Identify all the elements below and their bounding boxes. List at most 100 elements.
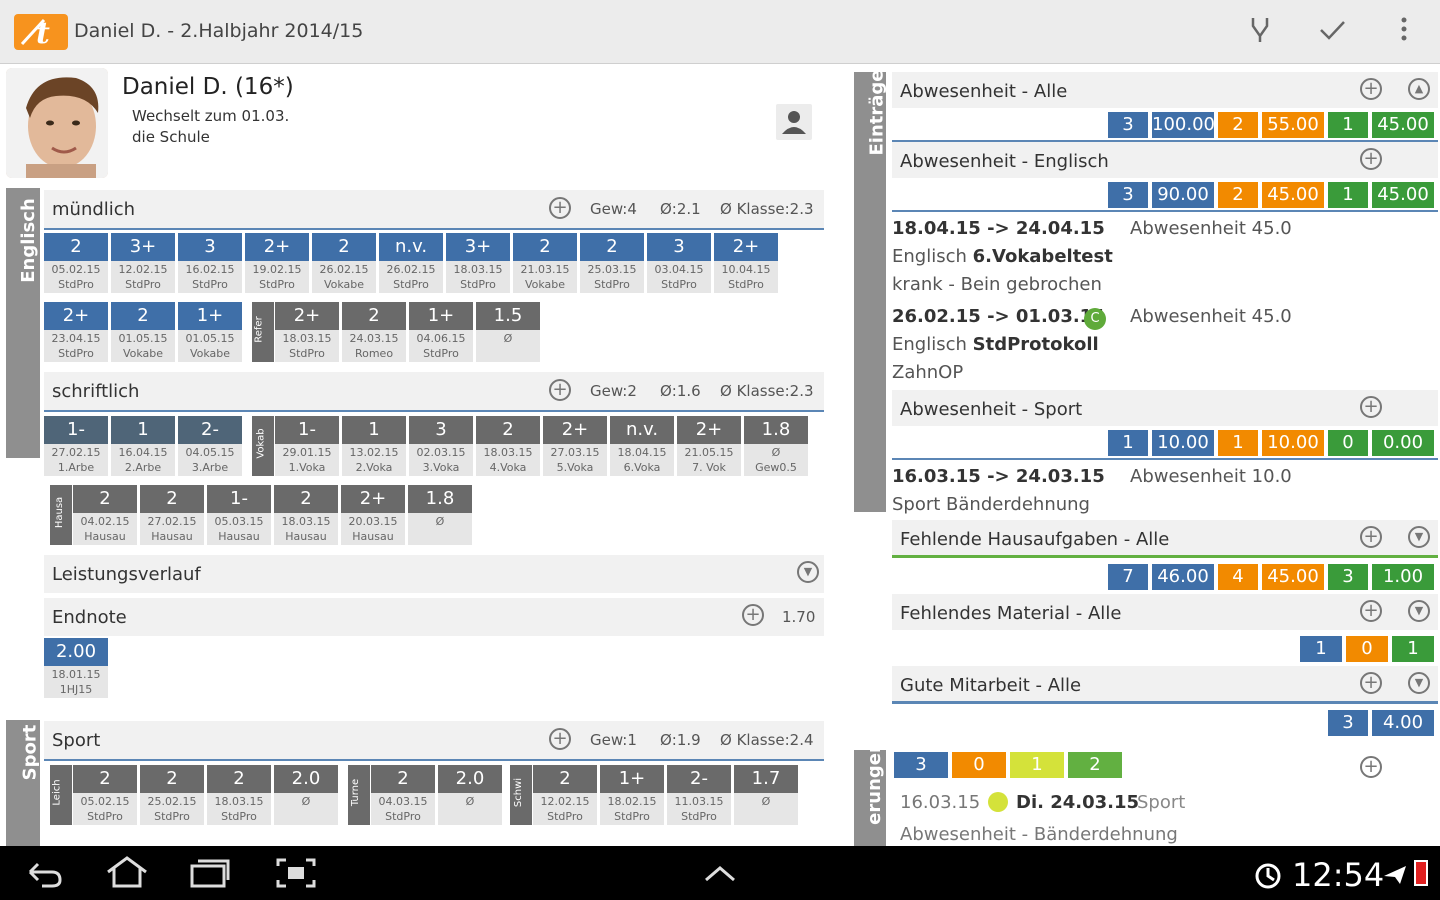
- grade-cell[interactable]: 1.8 Ø: [408, 485, 472, 545]
- section-leistungsverlauf[interactable]: Leistungsverlauf ▼: [44, 555, 824, 593]
- grade-detail: 23.04.15 StdPro: [44, 330, 108, 362]
- grade-cell[interactable]: 2.0 Ø: [274, 765, 338, 825]
- count-cell: 100.00: [1152, 112, 1215, 138]
- grade-cell[interactable]: 2+ 21.05.15 7. Vok: [677, 416, 741, 476]
- recent-apps-icon[interactable]: [188, 856, 232, 898]
- add-icon[interactable]: +: [1360, 396, 1382, 418]
- entry-subject: Englisch 6.Vokabeltest: [892, 246, 1113, 267]
- grade-value: 2: [533, 765, 597, 793]
- add-icon[interactable]: +: [1360, 756, 1382, 778]
- grade-cell[interactable]: n.v. 18.04.15 6.Voka: [610, 416, 674, 476]
- section-schriftlich[interactable]: schriftlich + Gew:2 Ø:1.6 Ø Klasse:2.3: [44, 372, 824, 412]
- check-icon[interactable]: [1312, 14, 1352, 50]
- grade-cell[interactable]: 1- 27.02.15 1.Arbe: [44, 416, 108, 476]
- chevron-down-icon[interactable]: ▼: [1408, 672, 1430, 694]
- grade-detail: 05.03.15 Hausau: [207, 513, 271, 545]
- grade-cell[interactable]: 2+ 19.02.15 StdPro: [245, 233, 309, 293]
- section-abwesenheit-englisch[interactable]: Abwesenheit - Englisch +: [892, 142, 1438, 178]
- section-abwesenheit-sport[interactable]: Abwesenheit - Sport +: [892, 390, 1438, 426]
- grade-cell[interactable]: 1 16.04.15 2.Arbe: [111, 416, 175, 476]
- grade-cell[interactable]: 1 13.02.15 2.Voka: [342, 416, 406, 476]
- add-icon[interactable]: +: [1360, 600, 1382, 622]
- grade-cell[interactable]: 2 27.02.15 Hausau: [140, 485, 204, 545]
- add-icon[interactable]: +: [1360, 148, 1382, 170]
- grade-value: 2.00: [44, 638, 108, 666]
- tab-sport[interactable]: Sport: [6, 720, 40, 846]
- tab-eintraege[interactable]: Einträge: [854, 69, 888, 512]
- grade-cell[interactable]: 2+ 23.04.15 StdPro: [44, 302, 108, 362]
- change-text: Abwesenheit - Bänderdehnung: [900, 824, 1178, 845]
- section-muendlich[interactable]: mündlich + Gew:4 Ø:2.1 Ø Klasse:2.3: [44, 190, 824, 230]
- change-date: 16.03.15: [900, 792, 981, 813]
- grade-cell[interactable]: 2+ 20.03.15 Hausau: [341, 485, 405, 545]
- grade-cell[interactable]: 1+ 04.06.15 StdPro: [409, 302, 473, 362]
- grade-cell[interactable]: 2.0 Ø: [438, 765, 502, 825]
- grade-cell[interactable]: 2 01.05.15 Vokabe: [111, 302, 175, 362]
- grade-cell[interactable]: 2 05.02.15 StdPro: [73, 765, 137, 825]
- tab-englisch[interactable]: Englisch: [6, 188, 40, 458]
- grade-cell[interactable]: 2 25.02.15 StdPro: [140, 765, 204, 825]
- grade-cell[interactable]: 1+ 18.02.15 StdPro: [600, 765, 664, 825]
- change-date-target: Di. 24.03.15: [1016, 792, 1140, 813]
- grade-cell[interactable]: 1+ 01.05.15 Vokabe: [178, 302, 242, 362]
- chevron-down-icon[interactable]: ▼: [797, 561, 819, 583]
- add-icon[interactable]: +: [549, 728, 571, 750]
- overflow-menu-icon[interactable]: [1384, 14, 1424, 50]
- grade-cell[interactable]: 1.7 Ø: [734, 765, 798, 825]
- grade-cell[interactable]: 3 03.04.15 StdPro: [647, 233, 711, 293]
- add-icon[interactable]: +: [549, 197, 571, 219]
- grade-cell[interactable]: 1- 29.01.15 1.Voka: [275, 416, 339, 476]
- grade-cell[interactable]: 3+ 18.03.15 StdPro: [446, 233, 510, 293]
- section-fehlendes-material[interactable]: Fehlendes Material - Alle + ▼: [892, 594, 1438, 630]
- grade-cell[interactable]: 2+ 18.03.15 StdPro: [275, 302, 339, 362]
- grade-cell[interactable]: 2- 11.03.15 StdPro: [667, 765, 731, 825]
- section-sport[interactable]: Sport + Gew:1 Ø:1.9 Ø Klasse:2.4: [44, 721, 824, 761]
- grade-cell[interactable]: 2- 04.05.15 3.Arbe: [178, 416, 242, 476]
- grade-cell[interactable]: 2.00 18.01.15 1HJ15: [44, 638, 108, 698]
- add-icon[interactable]: +: [1360, 672, 1382, 694]
- grade-cell[interactable]: 2 24.03.15 Romeo: [342, 302, 406, 362]
- grade-cell[interactable]: 2 05.02.15 StdPro: [44, 233, 108, 293]
- chevron-down-icon[interactable]: ▼: [1408, 526, 1430, 548]
- fork-icon[interactable]: [1240, 14, 1280, 50]
- back-icon[interactable]: [24, 856, 64, 898]
- grade-cell[interactable]: 1.8 Ø Gew0.5: [744, 416, 808, 476]
- grade-cell[interactable]: 2 18.03.15 Hausau: [274, 485, 338, 545]
- grade-cell[interactable]: 2 18.03.15 4.Voka: [476, 416, 540, 476]
- grade-cell[interactable]: 1- 05.03.15 Hausau: [207, 485, 271, 545]
- grade-cell[interactable]: 2 04.02.15 Hausau: [73, 485, 137, 545]
- contact-button[interactable]: [776, 104, 812, 140]
- grade-cell[interactable]: 2 25.03.15 StdPro: [580, 233, 644, 293]
- grade-cell[interactable]: 2 12.02.15 StdPro: [533, 765, 597, 825]
- grade-cell[interactable]: n.v. 26.02.15 StdPro: [379, 233, 443, 293]
- grade-value: 2+: [341, 485, 405, 513]
- home-icon[interactable]: [104, 856, 150, 898]
- grade-cell[interactable]: 2 26.02.15 Vokabe: [312, 233, 376, 293]
- screenshot-icon[interactable]: [274, 856, 318, 898]
- grade-cell[interactable]: 3 02.03.15 3.Voka: [409, 416, 473, 476]
- section-abwesenheit-alle[interactable]: Abwesenheit - Alle + ▲: [892, 72, 1438, 108]
- grade-cell[interactable]: 2 04.03.15 StdPro: [371, 765, 435, 825]
- chevron-down-icon[interactable]: ▼: [1408, 600, 1430, 622]
- chevron-up-icon[interactable]: ▲: [1408, 78, 1430, 100]
- grade-cell[interactable]: 2 21.03.15 Vokabe: [513, 233, 577, 293]
- grade-cell[interactable]: 2+ 27.03.15 5.Voka: [543, 416, 607, 476]
- grade-detail: 03.04.15 StdPro: [647, 261, 711, 293]
- change-count: 0: [952, 752, 1006, 778]
- grade-cell[interactable]: 2+ 10.04.15 StdPro: [714, 233, 778, 293]
- section-gute-mitarbeit[interactable]: Gute Mitarbeit - Alle + ▼: [892, 666, 1438, 704]
- section-endnote[interactable]: Endnote + 1.70: [44, 598, 824, 636]
- add-icon[interactable]: +: [742, 604, 764, 626]
- entry-date: 26.02.15 -> 01.03.14: [892, 306, 1105, 327]
- chevron-up-icon[interactable]: [700, 856, 740, 898]
- add-icon[interactable]: +: [549, 379, 571, 401]
- tab-aenderungen[interactable]: erungen: [854, 740, 886, 846]
- add-icon[interactable]: +: [1360, 526, 1382, 548]
- add-icon[interactable]: +: [1360, 78, 1382, 100]
- grade-cell[interactable]: 1.5 Ø: [476, 302, 540, 362]
- app-logo-icon[interactable]: t: [14, 14, 68, 51]
- grade-cell[interactable]: 3 16.02.15 StdPro: [178, 233, 242, 293]
- grade-cell[interactable]: 2 18.03.15 StdPro: [207, 765, 271, 825]
- section-fehlende-hausaufgaben[interactable]: Fehlende Hausaufgaben - Alle + ▼: [892, 520, 1438, 558]
- grade-cell[interactable]: 3+ 12.02.15 StdPro: [111, 233, 175, 293]
